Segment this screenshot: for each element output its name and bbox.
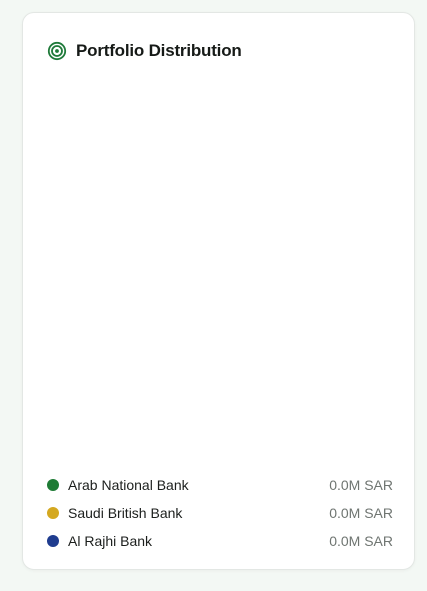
legend-item-saudi-british-bank: Saudi British Bank 0.0M SAR xyxy=(47,499,393,527)
legend-item-arab-national-bank: Arab National Bank 0.0M SAR xyxy=(47,471,393,499)
legend-dot xyxy=(47,507,59,519)
card-title: Portfolio Distribution xyxy=(76,41,242,60)
legend-value: 0.0M SAR xyxy=(329,477,393,493)
portfolio-distribution-card: Portfolio Distribution Arab National Ban… xyxy=(22,12,415,570)
legend: Arab National Bank 0.0M SAR Saudi Britis… xyxy=(47,471,393,555)
legend-dot xyxy=(47,535,59,547)
legend-value: 0.0M SAR xyxy=(329,505,393,521)
card-header: Portfolio Distribution xyxy=(47,40,242,62)
legend-dot xyxy=(47,479,59,491)
legend-label: Saudi British Bank xyxy=(68,505,183,521)
target-icon xyxy=(47,41,67,61)
legend-item-al-rajhi-bank: Al Rajhi Bank 0.0M SAR xyxy=(47,527,393,555)
chart-area xyxy=(47,75,392,455)
legend-label: Al Rajhi Bank xyxy=(68,533,153,549)
legend-value: 0.0M SAR xyxy=(329,533,393,549)
legend-label: Arab National Bank xyxy=(68,477,189,493)
